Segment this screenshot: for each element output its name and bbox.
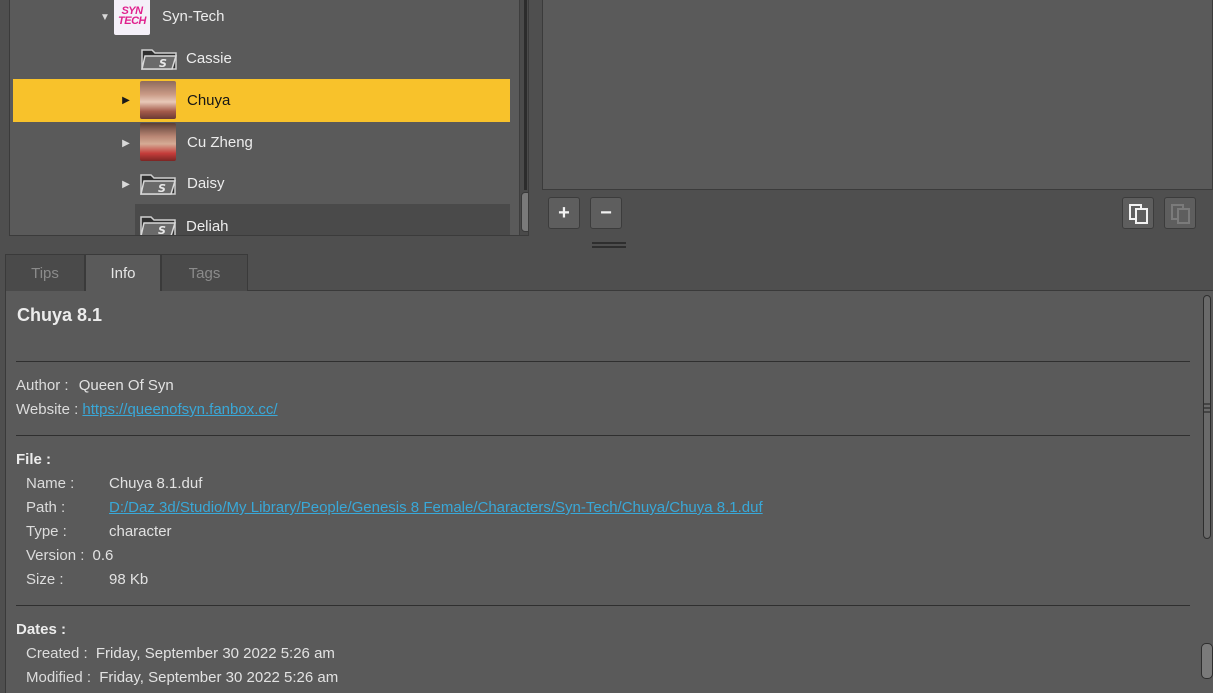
modified-value: Friday, September 30 2022 5:26 am xyxy=(99,669,339,686)
content-tree: ▼ SYN TECH Syn-Tech S Cassie ▶ Chuya ▶ C… xyxy=(9,0,529,236)
file-name-row: Name : Chuya 8.1.duf xyxy=(26,475,203,492)
info-scrollbar[interactable] xyxy=(1199,291,1213,693)
svg-text:S: S xyxy=(159,57,167,70)
paste-button[interactable] xyxy=(1164,197,1196,229)
copy-icon xyxy=(1127,202,1149,224)
character-thumbnail xyxy=(140,81,176,119)
tree-item-label: Syn-Tech xyxy=(162,8,225,25)
tab-bar: Tips Info Tags xyxy=(5,254,1213,292)
vertical-splitter[interactable] xyxy=(530,0,542,240)
tab-tips[interactable]: Tips xyxy=(5,254,85,291)
scroll-grip-icon xyxy=(1204,403,1210,423)
expanded-arrow-icon[interactable]: ▼ xyxy=(99,11,111,23)
divider xyxy=(16,435,1190,436)
folder-icon: S xyxy=(141,49,178,70)
tree-item-cu-zheng[interactable]: ▶ Cu Zheng xyxy=(10,122,510,163)
scroll-thumb[interactable] xyxy=(1201,643,1213,679)
syn-tech-logo-icon: SYN TECH xyxy=(114,0,150,35)
scroll-thumb[interactable] xyxy=(521,192,528,232)
file-path-link[interactable]: D:/Daz 3d/Studio/My Library/People/Genes… xyxy=(109,499,763,516)
tree-scrollbar[interactable] xyxy=(519,0,528,235)
asset-title: Chuya 8.1 xyxy=(17,305,103,325)
horizontal-splitter-handle[interactable] xyxy=(592,242,626,248)
file-section-head: File : xyxy=(16,451,52,468)
panel-button-row: + − xyxy=(542,194,1213,234)
remove-button[interactable]: − xyxy=(590,197,622,229)
tree-item-label: Daisy xyxy=(187,175,225,192)
file-path-row: Path : D:/Daz 3d/Studio/My Library/Peopl… xyxy=(26,499,763,516)
tab-info[interactable]: Info xyxy=(85,254,161,292)
dates-section-head: Dates : xyxy=(16,621,67,638)
character-thumbnail xyxy=(140,123,176,161)
website-row: Website : https://queenofsyn.fanbox.cc/ xyxy=(16,401,278,418)
collapsed-arrow-icon[interactable]: ▶ xyxy=(120,137,132,149)
folder-icon: S xyxy=(140,174,177,195)
tree-item-cassie[interactable]: S Cassie xyxy=(10,38,510,79)
tree-item-daisy[interactable]: ▶ S Daisy xyxy=(10,163,510,204)
author-row: Author : Queen Of Syn xyxy=(16,377,174,394)
svg-text:S: S xyxy=(158,182,166,195)
tree-item-label: Cassie xyxy=(186,50,232,67)
svg-text:S: S xyxy=(158,224,166,236)
scroll-track[interactable] xyxy=(524,0,527,190)
tree-item-deliah[interactable]: S Deliah xyxy=(135,204,510,236)
top-area: ▼ SYN TECH Syn-Tech S Cassie ▶ Chuya ▶ C… xyxy=(0,0,1213,240)
copy-button[interactable] xyxy=(1122,197,1154,229)
tree-item-label: Cu Zheng xyxy=(187,134,253,151)
info-panel: Chuya 8.1 Author : Queen Of Syn Website … xyxy=(5,291,1213,693)
tab-tags[interactable]: Tags xyxy=(161,254,248,291)
tree-item-label: Chuya xyxy=(187,92,231,109)
right-content-panel xyxy=(542,0,1213,190)
file-size-value: 98 Kb xyxy=(109,571,149,588)
divider xyxy=(16,361,1190,362)
author-value: Queen Of Syn xyxy=(78,377,174,394)
collapsed-arrow-icon[interactable]: ▶ xyxy=(120,94,132,106)
tree-item-chuya[interactable]: ▶ Chuya xyxy=(13,79,510,122)
add-button[interactable]: + xyxy=(548,197,580,229)
collapsed-arrow-icon[interactable]: ▶ xyxy=(120,178,132,190)
file-type-value: character xyxy=(109,523,172,540)
file-name-value: Chuya 8.1.duf xyxy=(109,475,203,492)
file-type-row: Type : character xyxy=(26,523,172,540)
paste-icon xyxy=(1169,202,1191,224)
file-version-row: Version : 0.6 xyxy=(26,547,114,564)
tree-item-syn-tech[interactable]: ▼ SYN TECH Syn-Tech xyxy=(10,0,510,37)
tree-item-label: Deliah xyxy=(186,218,229,235)
created-row: Created : Friday, September 30 2022 5:26… xyxy=(26,645,335,662)
modified-row: Modified : Friday, September 30 2022 5:2… xyxy=(26,669,339,686)
folder-icon: S xyxy=(140,216,177,236)
website-link[interactable]: https://queenofsyn.fanbox.cc/ xyxy=(82,401,277,418)
divider xyxy=(16,605,1190,606)
file-size-row: Size : 98 Kb xyxy=(26,571,149,588)
created-value: Friday, September 30 2022 5:26 am xyxy=(95,645,335,662)
file-version-value: 0.6 xyxy=(92,547,114,564)
